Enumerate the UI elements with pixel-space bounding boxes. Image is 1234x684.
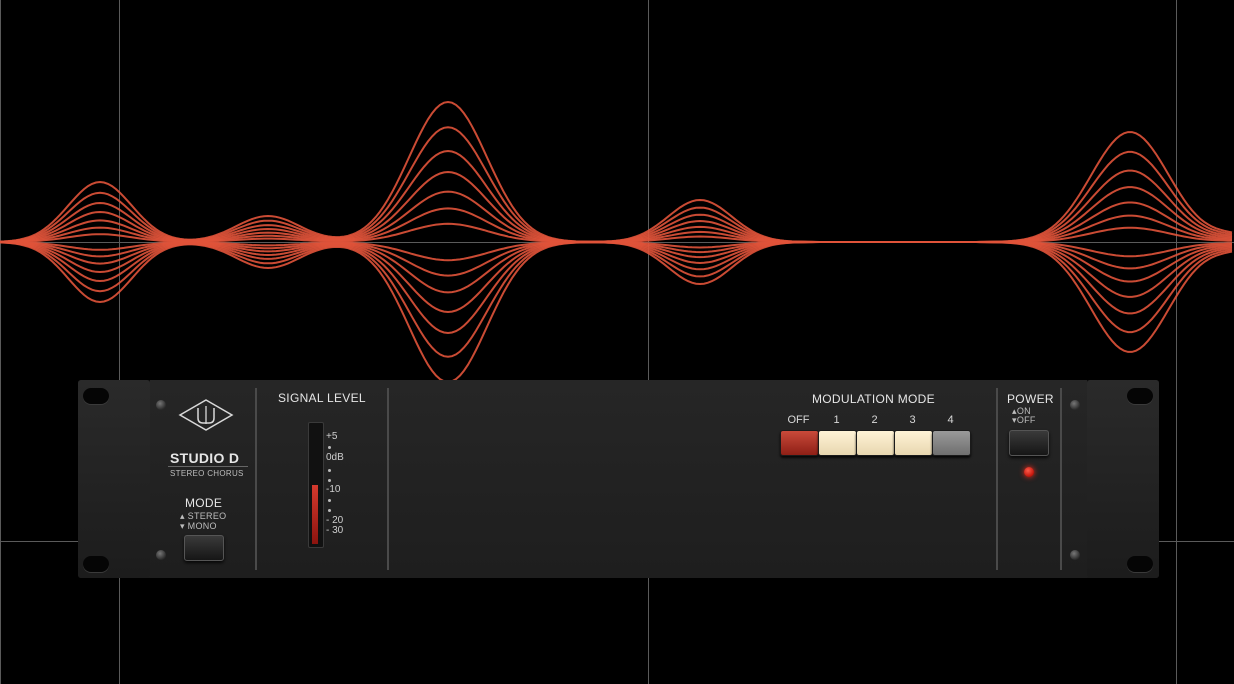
meter-tick: - 30 (326, 525, 344, 536)
power-label: POWER (1007, 392, 1054, 406)
rack-unit: STUDIO D STEREO CHORUS MODE ▴ STEREO ▾ M… (78, 380, 1159, 578)
waveform-line (0, 126, 1233, 243)
device-subtitle: STEREO CHORUS (170, 469, 244, 478)
mode-button[interactable] (184, 535, 224, 561)
modulation-mode-label: MODULATION MODE (812, 392, 935, 406)
visualizer-stage (0, 0, 1234, 684)
section-divider (996, 388, 998, 570)
up-arrow-icon: ▴ (180, 511, 185, 521)
waveform-line (0, 241, 1233, 335)
signal-level-meter-fill (312, 485, 318, 544)
signal-level-meter (308, 422, 324, 548)
meter-dot (328, 479, 331, 482)
panel-screw (1070, 400, 1080, 410)
modulation-button-4[interactable] (932, 430, 971, 456)
modulation-option-label-2: 2 (871, 414, 878, 426)
meter-dot (328, 509, 331, 512)
meter-dot (328, 499, 331, 502)
rack-mount-hole (1127, 388, 1153, 404)
meter-tick: 0dB (326, 452, 344, 463)
modulation-option-label-off: OFF (787, 414, 810, 426)
modulation-button-2[interactable] (856, 430, 895, 456)
mode-option-mono-text: MONO (187, 521, 217, 531)
meter-dot (328, 469, 331, 472)
section-divider (387, 388, 389, 570)
meter-dot (328, 446, 331, 449)
modulation-button-1[interactable] (818, 430, 857, 456)
front-panel: STUDIO D STEREO CHORUS MODE ▴ STEREO ▾ M… (150, 380, 1087, 578)
down-arrow-icon: ▾ (180, 521, 185, 531)
rack-ear-right (1087, 380, 1159, 578)
modulation-button-3[interactable] (894, 430, 933, 456)
ua-logo-icon (178, 399, 234, 431)
section-divider (255, 388, 257, 570)
power-option-off: ▾OFF (1012, 415, 1036, 426)
modulation-button-off[interactable] (780, 430, 819, 456)
signal-level-label: SIGNAL LEVEL (278, 391, 366, 405)
waveform-line (0, 241, 1233, 358)
waveform-line (0, 241, 1233, 384)
mode-label: MODE (185, 496, 223, 510)
modulation-option-label-3: 3 (909, 414, 916, 426)
modulation-option-label-1: 1 (833, 414, 840, 426)
modulation-option-label-4: 4 (947, 414, 954, 426)
waveform-line (0, 149, 1233, 243)
meter-tick: -10 (326, 484, 341, 495)
panel-screw (1070, 550, 1080, 560)
rack-mount-hole (83, 556, 109, 572)
device-name-rule (168, 466, 248, 467)
waveform-line (0, 100, 1233, 243)
power-button[interactable] (1009, 430, 1049, 456)
section-divider (1060, 388, 1062, 570)
mode-option-stereo-text: STEREO (187, 511, 227, 521)
power-led-indicator (1024, 467, 1034, 477)
rack-mount-hole (83, 388, 109, 404)
rack-ear-left (78, 380, 150, 578)
rack-mount-hole (1127, 556, 1153, 572)
panel-screw (156, 400, 166, 410)
mode-option-mono: ▾ MONO (180, 521, 217, 532)
panel-screw (156, 550, 166, 560)
meter-tick: +5 (326, 431, 338, 442)
device-name: STUDIO D (170, 450, 240, 466)
power-option-off-text: OFF (1016, 415, 1036, 425)
waveform-display (0, 100, 1233, 384)
